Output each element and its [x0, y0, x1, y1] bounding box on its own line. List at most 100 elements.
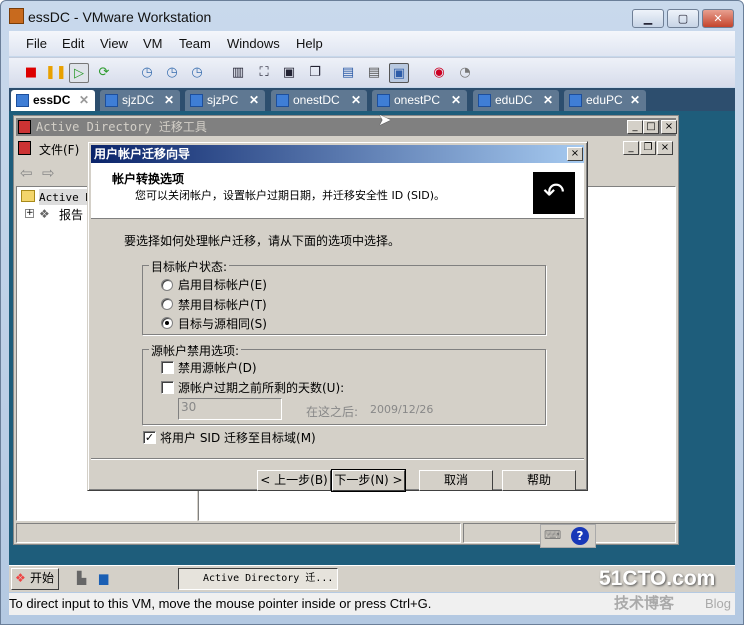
- close-button[interactable]: ✕: [702, 9, 734, 28]
- source-account-disable-group: 源帐户禁用选项: 禁用源帐户(D) 源帐户过期之前所剩的天数(U): 30 在这…: [142, 342, 546, 425]
- menu-windows[interactable]: Windows: [227, 36, 280, 51]
- child-minimize-button[interactable]: _: [623, 141, 639, 155]
- tab-essdc[interactable]: essDC ✕: [11, 90, 95, 111]
- close-tab-icon[interactable]: ✕: [79, 90, 89, 110]
- tree-item-reports[interactable]: 报告: [59, 206, 83, 223]
- menu-team[interactable]: Team: [179, 36, 211, 51]
- snapshot-icon[interactable]: ◷: [137, 63, 157, 83]
- radio-label[interactable]: 目标与源相同(S): [178, 315, 267, 332]
- after-date: 2009/12/26: [370, 403, 434, 416]
- reset-icon[interactable]: ⟳: [94, 63, 114, 83]
- back-arrow-icon[interactable]: ⇦: [20, 164, 33, 182]
- tab-label: eduDC: [495, 93, 533, 107]
- separator: [91, 458, 584, 460]
- dialog-title: 用户帐户迁移向导: [91, 145, 584, 163]
- snapshot-manager-icon[interactable]: ◷: [187, 63, 207, 83]
- close-tab-icon[interactable]: ✕: [630, 90, 640, 110]
- expire-days-checkbox[interactable]: [161, 381, 174, 394]
- replay-icon[interactable]: ◔: [455, 63, 475, 83]
- guest-taskbar: 开始 ❖ ▙ ▆ Active Directory 迁... 51CTO.com: [9, 565, 735, 592]
- help-button[interactable]: 帮助: [502, 470, 576, 491]
- help-icon[interactable]: ?: [571, 527, 589, 545]
- status-bar-left: [16, 523, 461, 543]
- ad-close-button[interactable]: ×: [661, 120, 677, 134]
- pause-icon[interactable]: ❚❚: [45, 63, 67, 83]
- ad-minimize-button[interactable]: _: [627, 120, 643, 134]
- radio-same-as-source[interactable]: [161, 317, 173, 329]
- cancel-button[interactable]: 取消: [419, 470, 493, 491]
- child-restore-button[interactable]: ❐: [640, 141, 656, 155]
- console-icon[interactable]: ▤: [364, 63, 384, 83]
- summary-icon[interactable]: ▤: [338, 63, 358, 83]
- vm-tab-bar: essDC ✕ sjzDC ✕ sjzPC ✕ onestDC ✕ onestPC ✕ e…: [9, 88, 735, 111]
- tab-onestpc[interactable]: onestPC ✕: [372, 90, 467, 111]
- radio-enable-target[interactable]: [161, 279, 173, 291]
- toolbar: ■ ❚❚ ▷ ⟳ ◷ ◷ ◷ ▥ ⛶ ▣ ❐ ▤ ▤ ▣ ◉ ◔: [9, 57, 735, 87]
- vm-icon: [478, 94, 491, 107]
- maximize-button[interactable]: ▢: [667, 9, 699, 28]
- stop-icon[interactable]: ■: [21, 63, 41, 83]
- radio-label[interactable]: 启用目标帐户(E): [178, 276, 267, 293]
- next-button[interactable]: 下一步(N) >: [331, 469, 406, 492]
- minimize-button[interactable]: ▁: [632, 9, 664, 28]
- close-tab-icon[interactable]: ✕: [249, 90, 259, 110]
- radio-label[interactable]: 禁用目标帐户(T): [178, 296, 267, 313]
- close-tab-icon[interactable]: ✕: [164, 90, 174, 110]
- record-icon[interactable]: ◉: [429, 63, 449, 83]
- close-tab-icon[interactable]: ✕: [351, 90, 361, 110]
- ad-window-title: Active Directory 迁移工具: [16, 118, 676, 136]
- folder-icon: [21, 190, 35, 202]
- server-manager-icon[interactable]: ▙: [77, 571, 86, 585]
- close-tab-icon[interactable]: ✕: [543, 90, 553, 110]
- menu-file[interactable]: File: [26, 36, 47, 51]
- vm-icon: [569, 94, 582, 107]
- show-desktop-icon[interactable]: ▆: [99, 571, 108, 585]
- keyboard-icon[interactable]: ⌨: [544, 528, 561, 542]
- close-tab-icon[interactable]: ✕: [451, 90, 461, 110]
- menu-edit[interactable]: Edit: [62, 36, 84, 51]
- disable-source-checkbox[interactable]: [161, 361, 174, 374]
- window-title: essDC - VMware Workstation: [28, 9, 212, 25]
- unity-icon[interactable]: ❐: [305, 63, 325, 83]
- ad-maximize-button[interactable]: □: [643, 120, 659, 134]
- menu-vm[interactable]: VM: [143, 36, 163, 51]
- taskbar-task-ad-tool[interactable]: Active Directory 迁...: [178, 568, 338, 590]
- header-title: 帐户转换选项: [112, 172, 185, 186]
- menu-view[interactable]: View: [100, 36, 128, 51]
- play-icon[interactable]: ▷: [69, 63, 89, 83]
- checkbox-label[interactable]: 源帐户过期之前所剩的天数(U):: [178, 379, 344, 396]
- forward-arrow-icon[interactable]: ⇨: [42, 164, 55, 182]
- ad-tool-icon: [18, 120, 31, 134]
- child-close-button[interactable]: ×: [657, 141, 673, 155]
- sidebar-icon[interactable]: ▥: [228, 63, 248, 83]
- dialog-close-button[interactable]: ×: [567, 147, 583, 161]
- tab-onestdc[interactable]: onestDC ✕: [271, 90, 367, 111]
- console-view-icon[interactable]: ▣: [389, 63, 409, 83]
- tab-edupc[interactable]: eduPC ✕: [564, 90, 646, 111]
- group-label: 目标帐户状态:: [149, 258, 230, 275]
- tab-sjzpc[interactable]: sjzPC ✕: [185, 90, 265, 111]
- after-label: 在这之后:: [306, 405, 359, 419]
- menu-file-cn[interactable]: 文件(F): [39, 141, 79, 158]
- tab-edudc[interactable]: eduDC ✕: [473, 90, 559, 111]
- status-text: To direct input to this VM, move the mou…: [9, 596, 432, 611]
- migrate-sid-checkbox[interactable]: ✓: [143, 431, 156, 444]
- expand-icon[interactable]: +: [25, 209, 34, 218]
- expire-days-input[interactable]: 30: [178, 398, 282, 420]
- checkbox-label[interactable]: 禁用源帐户(D): [178, 359, 257, 376]
- revert-snapshot-icon[interactable]: ◷: [162, 63, 182, 83]
- menu-help[interactable]: Help: [296, 36, 323, 51]
- tab-sjzdc[interactable]: sjzDC ✕: [100, 90, 180, 111]
- user-account-migration-wizard: 用户帐户迁移向导 × 帐户转换选项 您可以关闭帐户，设置帐户过期日期，并迁移安全…: [87, 141, 588, 492]
- fullscreen-icon[interactable]: ▣: [279, 63, 299, 83]
- header-subtitle: 您可以关闭帐户，设置帐户过期日期，并迁移安全性 ID (SID)。: [135, 189, 445, 202]
- start-label: 开始: [30, 571, 55, 585]
- quick-switch-icon[interactable]: ⛶: [254, 63, 274, 83]
- radio-disable-target[interactable]: [161, 298, 173, 310]
- target-account-state-group: 目标帐户状态: 启用目标帐户(E) 禁用目标帐户(T) 目标与源相同(S): [142, 258, 546, 335]
- vm-icon: [377, 94, 390, 107]
- watermark-site: 51CTO.com: [599, 567, 716, 590]
- group-label: 源帐户禁用选项:: [149, 342, 242, 359]
- checkbox-label[interactable]: 将用户 SID 迁移至目标域(M): [160, 429, 316, 446]
- back-button[interactable]: < 上一步(B): [257, 470, 331, 491]
